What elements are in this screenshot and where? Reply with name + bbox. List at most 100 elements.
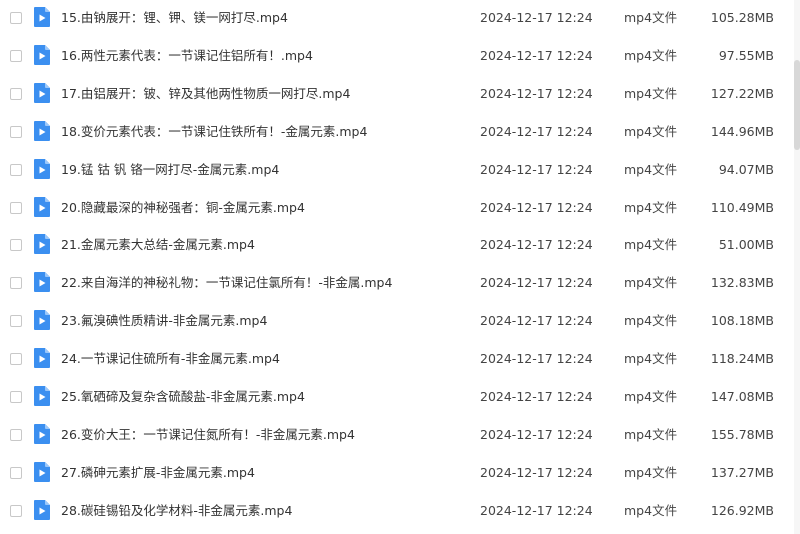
file-name[interactable]: 23.氟溴碘性质精讲-非金属元素.mp4 [61, 303, 267, 339]
file-name[interactable]: 24.一节课记住硫所有-非金属元素.mp4 [61, 341, 280, 377]
file-size: 51.00MB [718, 237, 774, 253]
file-date: 2024-12-17 12:24 [480, 502, 593, 518]
file-date: 2024-12-17 12:24 [480, 464, 593, 480]
scrollbar-thumb[interactable] [794, 60, 800, 150]
scrollbar[interactable] [794, 0, 800, 534]
file-date: 2024-12-17 12:24 [480, 199, 593, 215]
file-name[interactable]: 16.两性元素代表：一节课记住铝所有！.mp4 [61, 38, 313, 74]
file-row[interactable]: 23.氟溴碘性质精讲-非金属元素.mp4 2024-12-17 12:24 mp4文… [0, 303, 800, 341]
file-name[interactable]: 28.碳硅锡铅及化学材料-非金属元素.mp4 [61, 493, 292, 529]
file-type: mp4文件 [624, 161, 678, 177]
file-list: 15.由钠展开：锂、钾、镁一网打尽.mp4 2024-12-17 12:24 mp4… [0, 0, 800, 534]
file-type: mp4文件 [624, 85, 678, 101]
file-type: mp4文件 [624, 237, 678, 253]
file-row[interactable]: 25.氧硒碲及复杂含硫酸盐-非金属元素.mp4 2024-12-17 12:24 m… [0, 379, 800, 417]
file-row[interactable]: 18.变价元素代表：一节课记住铁所有！-金属元素.mp4 2024-12-17 1… [0, 114, 800, 152]
file-size: 155.78MB [710, 426, 774, 442]
file-row[interactable]: 20.隐藏最深的神秘强者：铜-金属元素.mp4 2024-12-17 12:24 m… [0, 190, 800, 228]
video-file-icon [34, 82, 50, 103]
video-file-icon [34, 158, 50, 179]
file-date: 2024-12-17 12:24 [480, 161, 593, 177]
file-row[interactable]: 22.来自海洋的神秘礼物：一节课记住氯所有！-非金属.mp4 2024-12-17… [0, 265, 800, 303]
file-checkbox[interactable] [10, 391, 22, 403]
video-file-icon [34, 196, 50, 217]
file-row[interactable]: 19.锰 钴 钒 铬一网打尽-金属元素.mp4 2024-12-17 12:24 m… [0, 152, 800, 190]
file-type: mp4文件 [624, 426, 678, 442]
file-size: 137.27MB [710, 464, 774, 480]
file-name[interactable]: 25.氧硒碲及复杂含硫酸盐-非金属元素.mp4 [61, 379, 305, 415]
file-type: mp4文件 [624, 123, 678, 139]
file-type: mp4文件 [624, 351, 678, 367]
file-row[interactable]: 26.变价大王：一节课记住氮所有！-非金属元素.mp4 2024-12-17 12… [0, 417, 800, 455]
file-date: 2024-12-17 12:24 [480, 426, 593, 442]
file-size: 110.49MB [710, 199, 774, 215]
file-row[interactable]: 24.一节课记住硫所有-非金属元素.mp4 2024-12-17 12:24 mp4… [0, 341, 800, 379]
file-checkbox[interactable] [10, 504, 22, 517]
file-date: 2024-12-17 12:24 [480, 85, 593, 101]
file-type: mp4文件 [624, 275, 678, 291]
video-file-icon [34, 7, 50, 27]
file-type: mp4文件 [624, 47, 678, 63]
file-size: 94.07MB [718, 161, 774, 177]
video-file-icon [34, 386, 50, 406]
file-date: 2024-12-17 12:24 [480, 275, 593, 291]
file-name[interactable]: 22.来自海洋的神秘礼物：一节课记住氯所有！-非金属.mp4 [61, 265, 392, 301]
file-date: 2024-12-17 12:24 [480, 47, 593, 63]
file-checkbox[interactable] [10, 201, 22, 214]
file-size: 147.08MB [710, 389, 774, 404]
file-checkbox[interactable] [10, 12, 22, 24]
file-size: 108.18MB [710, 313, 774, 329]
file-name[interactable]: 27.磷砷元素扩展-非金属元素.mp4 [61, 455, 255, 491]
file-checkbox[interactable] [10, 239, 22, 252]
file-type: mp4文件 [624, 199, 678, 215]
file-name[interactable]: 21.金属元素大总结-金属元素.mp4 [61, 227, 255, 263]
file-size: 118.24MB [710, 351, 774, 367]
file-checkbox[interactable] [10, 163, 22, 176]
file-name[interactable]: 15.由钠展开：锂、钾、镁一网打尽.mp4 [61, 0, 288, 36]
video-file-icon [34, 234, 50, 255]
file-checkbox[interactable] [10, 49, 22, 62]
video-file-icon [34, 461, 50, 482]
file-date: 2024-12-17 12:24 [480, 389, 593, 404]
file-checkbox[interactable] [10, 87, 22, 100]
file-size: 97.55MB [718, 47, 774, 63]
file-size: 126.92MB [710, 502, 774, 518]
file-checkbox[interactable] [10, 125, 22, 138]
file-row[interactable]: 21.金属元素大总结-金属元素.mp4 2024-12-17 12:24 mp4文件… [0, 227, 800, 265]
file-size: 127.22MB [710, 85, 774, 101]
video-file-icon [34, 499, 50, 520]
file-date: 2024-12-17 12:24 [480, 10, 593, 25]
video-file-icon [34, 120, 50, 141]
file-name[interactable]: 18.变价元素代表：一节课记住铁所有！-金属元素.mp4 [61, 114, 367, 150]
video-file-icon [34, 310, 50, 331]
file-size: 132.83MB [710, 275, 774, 291]
file-type: mp4文件 [624, 389, 678, 404]
file-size: 144.96MB [710, 123, 774, 139]
file-row[interactable]: 16.两性元素代表：一节课记住铝所有！.mp4 2024-12-17 12:24 m… [0, 38, 800, 76]
file-row[interactable]: 27.磷砷元素扩展-非金属元素.mp4 2024-12-17 12:24 mp4文件… [0, 455, 800, 493]
file-checkbox[interactable] [10, 277, 22, 290]
file-name[interactable]: 17.由铝展开：铍、锌及其他两性物质一网打尽.mp4 [61, 76, 350, 112]
video-file-icon [34, 348, 50, 369]
file-date: 2024-12-17 12:24 [480, 123, 593, 139]
file-date: 2024-12-17 12:24 [480, 313, 593, 329]
file-name[interactable]: 20.隐藏最深的神秘强者：铜-金属元素.mp4 [61, 190, 305, 226]
file-type: mp4文件 [624, 10, 678, 25]
video-file-icon [34, 272, 50, 293]
file-checkbox[interactable] [10, 428, 22, 441]
file-type: mp4文件 [624, 313, 678, 329]
file-row[interactable]: 17.由铝展开：铍、锌及其他两性物质一网打尽.mp4 2024-12-17 12:… [0, 76, 800, 114]
file-checkbox[interactable] [10, 353, 22, 366]
file-date: 2024-12-17 12:24 [480, 237, 593, 253]
video-file-icon [34, 44, 50, 65]
file-row[interactable]: 28.碳硅锡铅及化学材料-非金属元素.mp4 2024-12-17 12:24 mp… [0, 493, 800, 531]
video-file-icon [34, 423, 50, 444]
file-size: 105.28MB [710, 10, 774, 25]
file-date: 2024-12-17 12:24 [480, 351, 593, 367]
file-checkbox[interactable] [10, 466, 22, 479]
file-checkbox[interactable] [10, 315, 22, 328]
file-type: mp4文件 [624, 464, 678, 480]
file-name[interactable]: 26.变价大王：一节课记住氮所有！-非金属元素.mp4 [61, 417, 355, 453]
file-row[interactable]: 15.由钠展开：锂、钾、镁一网打尽.mp4 2024-12-17 12:24 mp4… [0, 0, 800, 38]
file-name[interactable]: 19.锰 钴 钒 铬一网打尽-金属元素.mp4 [61, 152, 279, 188]
